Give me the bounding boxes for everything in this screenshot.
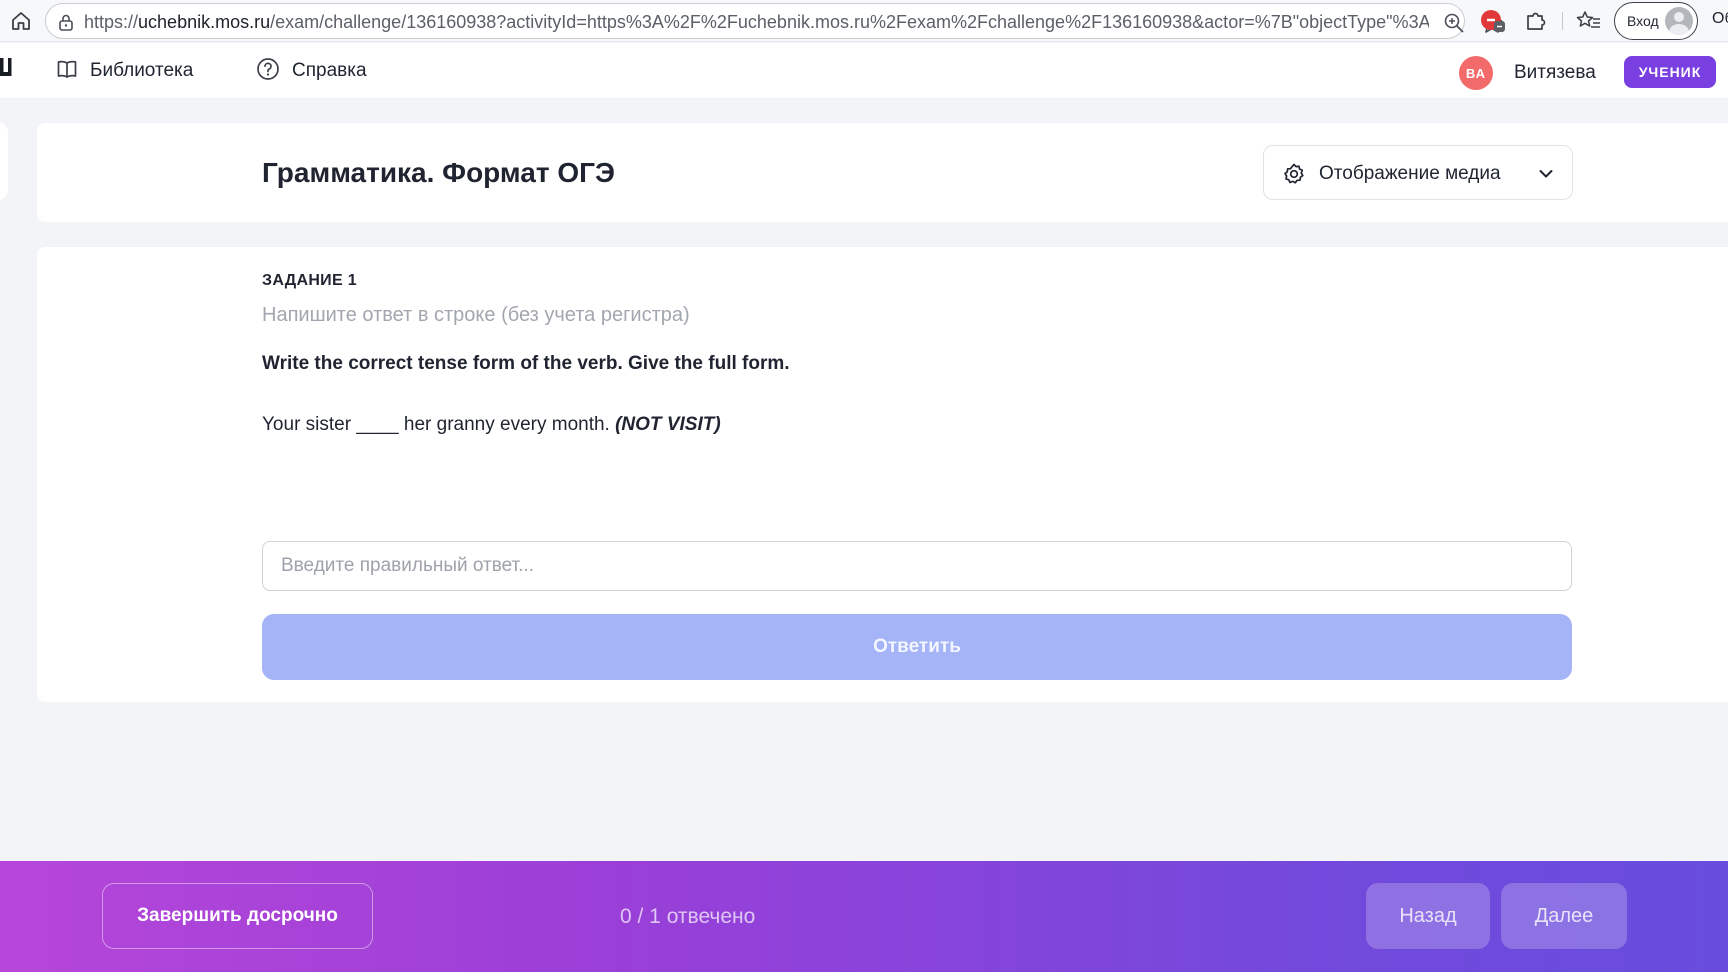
logo-icon[interactable] [0, 56, 14, 76]
adblock-icon[interactable] [1480, 9, 1506, 33]
verb-cue: (NOT VISIT) [615, 414, 721, 435]
bottom-navigation-bar: Завершить досрочно 0 / 1 отвечено Назад … [0, 861, 1728, 972]
task-instruction: Write the correct tense form of the verb… [262, 353, 790, 374]
task-card: ЗАДАНИЕ 1 Напишите ответ в строке (без у… [37, 247, 1728, 702]
title-card: Грамматика. Формат ОГЭ Отображение медиа [37, 123, 1728, 222]
zoom-icon[interactable] [1443, 12, 1465, 34]
media-display-dropdown[interactable]: Отображение медиа [1263, 145, 1573, 200]
finish-early-button[interactable]: Завершить досрочно [102, 883, 373, 949]
progress-counter: 0 / 1 отвечено [620, 905, 756, 928]
home-icon[interactable] [8, 8, 34, 34]
address-bar[interactable]: https://uchebnik.mos.ru/exam/challenge/1… [45, 3, 1503, 39]
profile-icon [1665, 7, 1693, 35]
page-title: Грамматика. Формат ОГЭ [262, 157, 615, 188]
left-rail-panel [0, 122, 8, 200]
chevron-down-icon [1538, 166, 1554, 182]
task-label: ЗАДАНИЕ 1 [262, 272, 357, 289]
toolbar-divider [1562, 12, 1563, 30]
next-button[interactable]: Далее [1501, 883, 1627, 949]
browser-toolbar: https://uchebnik.mos.ru/exam/challenge/1… [0, 0, 1728, 42]
gear-icon [1282, 162, 1306, 186]
answer-input[interactable] [262, 541, 1572, 591]
lock-icon[interactable] [58, 13, 74, 36]
toolbar-edge-text: Oб [1712, 10, 1728, 27]
submit-answer-button[interactable]: Ответить [262, 614, 1572, 680]
role-badge: УЧЕНИК [1624, 56, 1716, 88]
nav-library-label: Библиотека [90, 60, 194, 81]
help-circle-icon [256, 57, 280, 86]
task-sentence: Your sister ____ her granny every month.… [262, 414, 721, 436]
login-label: Вход [1627, 13, 1659, 29]
nav-help-label: Справка [292, 60, 367, 81]
book-icon [56, 58, 78, 85]
puzzle-icon[interactable] [1524, 9, 1548, 33]
task-hint: Напишите ответ в строке (без учета регис… [262, 304, 690, 326]
avatar[interactable]: ВА [1459, 56, 1493, 90]
back-button[interactable]: Назад [1366, 883, 1490, 949]
user-name[interactable]: Витязева [1514, 62, 1596, 84]
url-text: https://uchebnik.mos.ru/exam/challenge/1… [84, 12, 1429, 32]
nav-library[interactable]: Библиотека [56, 58, 193, 84]
favorites-icon[interactable] [1576, 9, 1602, 33]
app-header: Библиотека Справка ВА Витязева УЧЕНИК [0, 43, 1728, 99]
sentence-text: Your sister ____ her granny every month. [262, 414, 610, 435]
nav-help[interactable]: Справка [256, 57, 367, 86]
login-button[interactable]: Вход [1614, 2, 1698, 40]
media-display-label: Отображение медиа [1319, 163, 1501, 184]
